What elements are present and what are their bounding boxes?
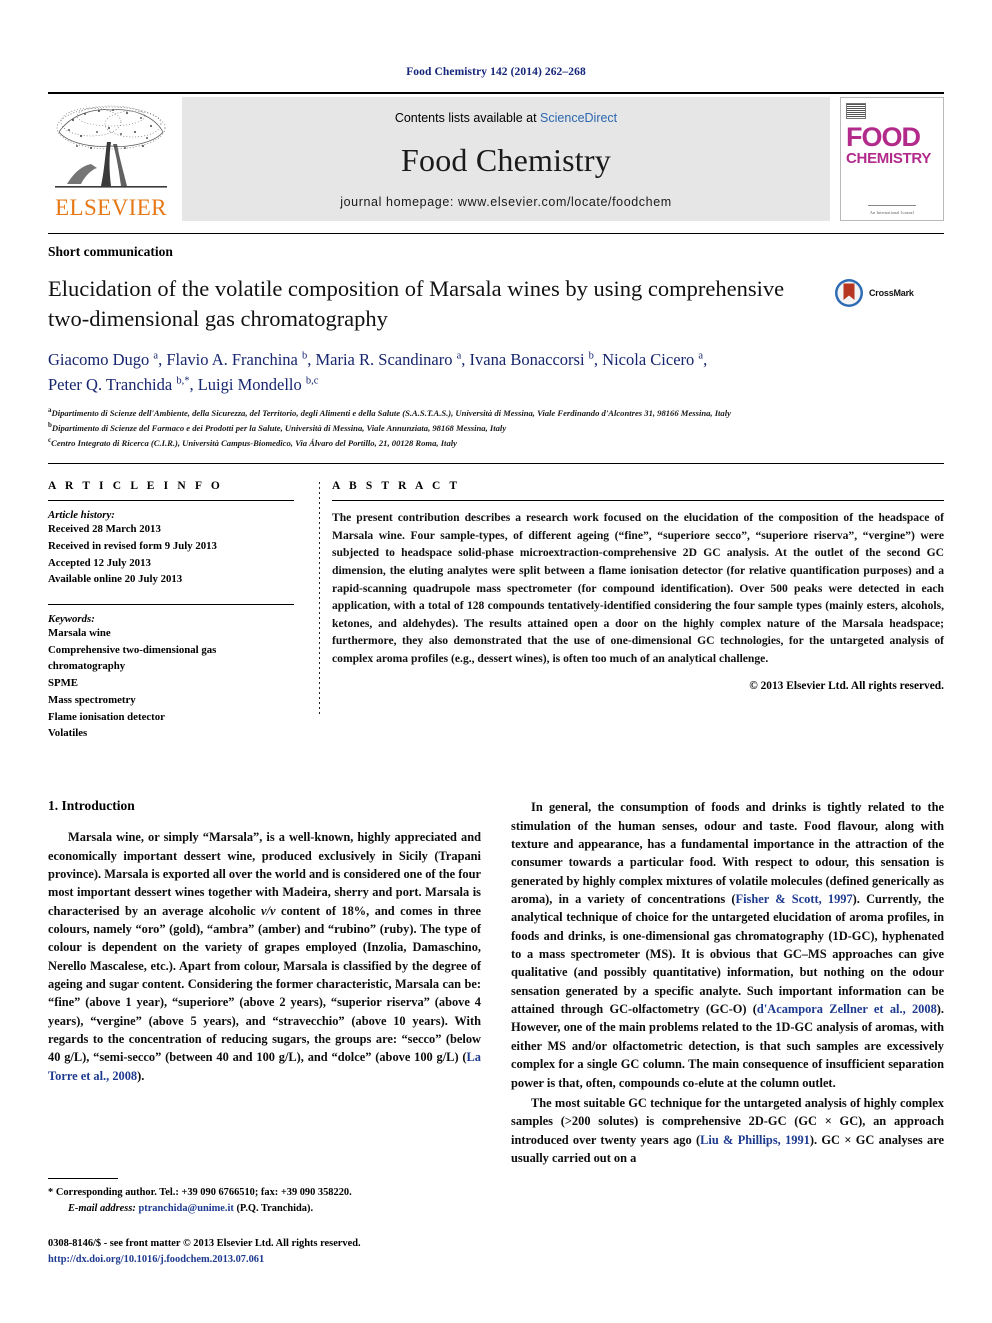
keywords-list: Marsala wine Comprehensive two-dimension…	[48, 625, 294, 742]
keyword-item: Volatiles	[48, 727, 88, 740]
journal-banner-center: Contents lists available at ScienceDirec…	[182, 97, 830, 221]
cover-footer-text: An International Journal	[870, 210, 914, 215]
email-link[interactable]: ptranchida@unime.it	[138, 1203, 233, 1214]
crossmark-label: CrossMark	[869, 288, 914, 298]
journal-banner: ELSEVIER Contents lists available at Sci…	[48, 97, 944, 221]
abstract-heading: A B S T R A C T	[332, 480, 461, 493]
doi-link[interactable]: http://dx.doi.org/10.1016/j.foodchem.201…	[48, 1252, 518, 1268]
keyword-item: SPME	[48, 677, 78, 690]
corresponding-author-note: * Corresponding author. Tel.: +39 090 67…	[48, 1185, 478, 1201]
journal-cover-thumbnail: FOOD CHEMISTRY An International Journal	[840, 97, 944, 221]
history-item: Received 28 March 2013	[48, 523, 161, 536]
email-note: E-mail address: ptranchida@unime.it (P.Q…	[48, 1201, 478, 1217]
contents-available-line: Contents lists available at ScienceDirec…	[395, 111, 617, 125]
history-item: Available online 20 July 2013	[48, 573, 183, 586]
article-info-column: A R T I C L E I N F O Article history: R…	[48, 480, 310, 742]
elsevier-logo: ELSEVIER	[48, 97, 174, 221]
article-history-list: Received 28 March 2013 Received in revis…	[48, 521, 294, 588]
email-owner: (P.Q. Tranchida).	[236, 1202, 314, 1214]
issn-copyright-line: 0308-8146/$ - see front matter © 2013 El…	[48, 1238, 361, 1249]
article-history-title: Article history:	[48, 509, 115, 522]
paragraph: Marsala wine, or simply “Marsala”, is a …	[48, 830, 481, 1083]
affiliations: aDipartimento di Scienze dell'Ambiente, …	[48, 405, 944, 449]
footnote-block: * Corresponding author. Tel.: +39 090 67…	[48, 1178, 478, 1216]
affiliation-text-c: Centro Integrato di Ricerca (C.I.R.), Un…	[51, 437, 457, 448]
keyword-item: Marsala wine	[48, 627, 111, 640]
cover-footer: An International Journal	[846, 205, 938, 215]
imprint-block: 0308-8146/$ - see front matter © 2013 El…	[48, 1236, 518, 1268]
journal-homepage-link[interactable]: journal homepage: www.elsevier.com/locat…	[340, 195, 672, 209]
keywords-title: Keywords:	[48, 613, 95, 626]
running-head: Food Chemistry 142 (2014) 262–268	[406, 66, 586, 78]
citation-link[interactable]: d'Acampora Zellner et al., 2008	[757, 1002, 937, 1016]
keywords-rule	[48, 604, 294, 606]
author-line-1: Giacomo Dugo a, Flavio A. Franchina b, M…	[48, 349, 708, 369]
crossmark-icon	[835, 279, 863, 307]
sciencedirect-link[interactable]: ScienceDirect	[540, 111, 617, 125]
title-row: Elucidation of the volatile composition …	[48, 274, 944, 334]
column-divider	[310, 480, 328, 742]
article-body: 1. Introduction Marsala wine, or simply …	[48, 798, 944, 1169]
corresponding-marker: *	[48, 1187, 54, 1198]
contents-prefix: Contents lists available at	[394, 111, 541, 125]
corresponding-text: Corresponding author. Tel.: +39 090 6766…	[55, 1187, 352, 1198]
info-abstract-rule	[48, 463, 944, 465]
citation-link[interactable]: Liu & Phillips, 1991	[700, 1133, 810, 1147]
affiliation-text-a: Dipartimento di Scienze dell'Ambiente, d…	[51, 408, 731, 419]
journal-title: Food Chemistry	[401, 141, 611, 178]
abstract-body: The present contribution describes a res…	[332, 511, 944, 665]
author-line-2: Peter Q. Tranchida b,*, Luigi Mondello b…	[48, 374, 319, 394]
abstract-copyright: © 2013 Elsevier Ltd. All rights reserved…	[749, 679, 944, 692]
history-item: Accepted 12 July 2013	[48, 556, 151, 569]
cover-title-bottom: CHEMISTRY	[846, 149, 932, 167]
abstract-column: A B S T R A C T The present contribution…	[328, 480, 944, 742]
paragraph: In general, the consumption of foods and…	[511, 800, 945, 1090]
keyword-item: Comprehensive two-dimensional gas chroma…	[48, 643, 220, 673]
affiliation-text-b: Dipartimento di Scienze del Farmaco e de…	[51, 422, 507, 433]
affiliation-c: cCentro Integrato di Ricerca (C.I.R.), U…	[48, 435, 944, 450]
crossmark-badge[interactable]: CrossMark	[834, 274, 944, 308]
cover-barcode-icon	[846, 103, 866, 119]
citation-link[interactable]: Fisher & Scott, 1997	[736, 892, 853, 906]
article-page: Food Chemistry 142 (2014) 262–268 ELSEVI…	[0, 0, 992, 1323]
abstract-rule	[332, 500, 944, 502]
page-title: Elucidation of the volatile composition …	[48, 276, 785, 331]
history-item: Received in revised form 9 July 2013	[48, 539, 217, 552]
keyword-item: Mass spectrometry	[48, 693, 136, 706]
article-info-rule	[48, 500, 294, 502]
affiliation-a: aDipartimento di Scienze dell'Ambiente, …	[48, 405, 944, 420]
email-label: E-mail address:	[68, 1202, 136, 1214]
elsevier-wordmark: ELSEVIER	[55, 195, 167, 220]
paragraph: The most suitable GC technique for the u…	[511, 1095, 944, 1165]
section-heading-introduction: 1. Introduction	[48, 798, 135, 814]
info-abstract-block: A R T I C L E I N F O Article history: R…	[48, 480, 944, 742]
keyword-item: Flame ionisation detector	[48, 710, 165, 723]
footnote-rule	[48, 1178, 118, 1179]
body-column-right: In general, the consumption of foods and…	[511, 798, 944, 1169]
citation-link[interactable]: La Torre et al., 2008	[48, 1050, 481, 1082]
body-column-left: 1. Introduction Marsala wine, or simply …	[48, 798, 481, 1169]
elsevier-tree-icon	[55, 105, 167, 188]
cover-title-top: FOOD	[846, 122, 921, 152]
article-head-rule	[48, 233, 944, 234]
affiliation-b: bDipartimento di Scienze del Farmaco e d…	[48, 420, 944, 435]
banner-top-rule	[48, 92, 944, 94]
article-info-heading: A R T I C L E I N F O	[48, 480, 223, 493]
author-list: Giacomo Dugo a, Flavio A. Franchina b, M…	[48, 348, 944, 398]
article-section-type: Short communication	[48, 244, 173, 259]
